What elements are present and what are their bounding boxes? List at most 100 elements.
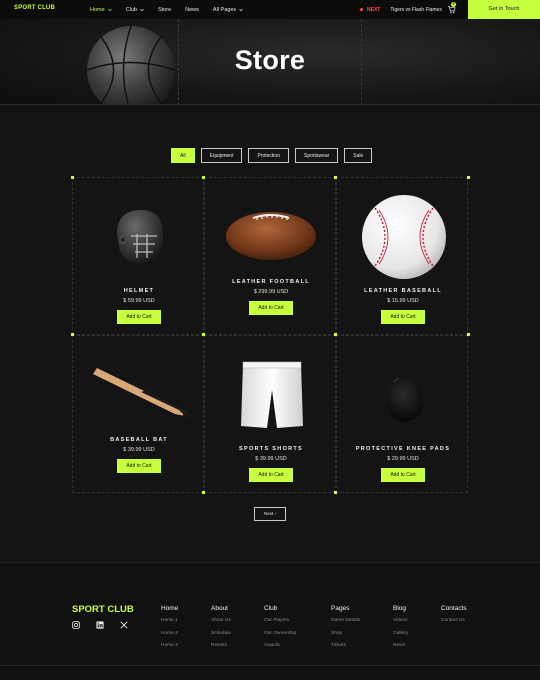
live-dot-icon	[360, 8, 363, 11]
menu-item-label: Store	[157, 6, 172, 13]
footer-link[interactable]: Home 3	[161, 643, 178, 648]
product-card-leather-baseball[interactable]: LEATHER BASEBALL $ 15.99 USD Add to Cart	[336, 177, 468, 335]
next-page-button[interactable]: Next ›	[254, 507, 286, 521]
grid-corner-marker	[467, 176, 470, 179]
x-icon[interactable]	[120, 621, 128, 629]
footer-column-contacts: Contacts Contact Us	[441, 605, 467, 631]
product-name: LEATHER FOOTBALL	[232, 279, 310, 285]
menu-item-club[interactable]: Club	[126, 7, 144, 13]
filter-sportswear-button[interactable]: Sportswear	[294, 148, 339, 163]
product-price: $ 29.99 USD	[387, 456, 419, 462]
add-to-cart-button[interactable]: Add to Cart	[249, 301, 293, 315]
add-to-cart-button[interactable]: Add to Cart	[117, 310, 161, 324]
footer-link[interactable]: Shop	[331, 631, 360, 636]
product-card-leather-football[interactable]: LEATHER FOOTBALL $ 299.99 USD Add to Car…	[204, 177, 336, 335]
product-name: SPORTS SHORTS	[239, 446, 303, 452]
chevron-down-icon	[140, 8, 144, 11]
footer-column-title: Blog	[393, 605, 407, 612]
footer-column-about: About About Us Schedule Results	[211, 605, 231, 656]
product-card-helmet[interactable]: HELMET $ 59.99 USD Add to Cart	[72, 177, 204, 335]
menu-item-label: Home	[90, 6, 105, 13]
add-to-cart-button[interactable]: Add to Cart	[117, 459, 161, 473]
footer-link[interactable]: Contact Us	[441, 618, 467, 623]
footer-column-title: About	[211, 605, 228, 612]
sports-shorts-image	[241, 361, 303, 428]
footer-link[interactable]: Gallery	[393, 631, 408, 636]
product-name: LEATHER BASEBALL	[364, 288, 442, 294]
product-card-protective-knee-pads[interactable]: PROTECTIVE KNEE PADS $ 29.99 USD Add to …	[336, 335, 468, 493]
football-image	[226, 212, 316, 260]
chevron-down-icon	[239, 8, 243, 11]
footer-divider	[0, 665, 540, 666]
footer-link[interactable]: About Us	[211, 618, 231, 623]
product-name: PROTECTIVE KNEE PADS	[355, 446, 451, 452]
get-in-touch-button[interactable]: Get in Touch	[468, 0, 540, 19]
product-card-baseball-bat[interactable]: BASEBALL BAT $ 39.99 USD Add to Cart	[72, 335, 204, 493]
top-nav: SPORT CLUB Home Club Store News All Page…	[0, 0, 540, 19]
product-price: $ 59.99 USD	[123, 298, 155, 304]
menu-item-store[interactable]: Store	[158, 7, 171, 13]
filter-all-button[interactable]: All	[171, 148, 195, 163]
instagram-icon[interactable]	[72, 621, 80, 629]
product-grid: HELMET $ 59.99 USD Add to Cart LEATHER F…	[71, 176, 470, 494]
next-page-label: Next	[263, 511, 274, 516]
product-price: $ 39.99 USD	[255, 456, 287, 462]
footer-link[interactable]: News	[393, 643, 408, 648]
menu-item-all-pages[interactable]: All Pages	[213, 7, 243, 13]
site-footer: SPORT CLUB Home Home 1 Home 2 Home 3 Abo…	[0, 562, 540, 680]
add-to-cart-button[interactable]: Add to Cart	[381, 310, 425, 324]
filter-sale-button[interactable]: Sale	[344, 148, 373, 163]
grid-corner-marker	[202, 333, 205, 336]
grid-corner-marker	[71, 176, 74, 179]
footer-column-pages: Pages Game Details Shop Tickets	[331, 605, 360, 656]
grid-corner-marker	[467, 333, 470, 336]
filter-protection-button[interactable]: Protection	[248, 148, 289, 163]
footer-column-blog: Blog Videos Gallery News	[393, 605, 408, 656]
footer-link[interactable]: Results	[211, 643, 231, 648]
grid-corner-marker	[71, 333, 74, 336]
grid-corner-marker	[202, 176, 205, 179]
footer-link[interactable]: Tickets	[331, 643, 360, 648]
footer-link[interactable]: Awards	[264, 643, 296, 648]
product-card-sports-shorts[interactable]: SPORTS SHORTS $ 39.99 USD Add to Cart	[204, 335, 336, 493]
chevron-right-icon: ›	[274, 511, 277, 516]
footer-link[interactable]: Home 1	[161, 618, 178, 623]
menu-item-news[interactable]: News	[185, 7, 199, 13]
brand-logo[interactable]: SPORT CLUB	[14, 5, 55, 11]
footer-link[interactable]: Our Players	[264, 618, 296, 623]
menu-item-label: Club	[125, 6, 137, 13]
product-price: $ 39.99 USD	[123, 447, 155, 453]
product-name: HELMET	[123, 288, 155, 294]
add-to-cart-button[interactable]: Add to Cart	[249, 468, 293, 482]
footer-column-club: Club Our Players Our Ownership Awards	[264, 605, 296, 656]
next-label: NEXT	[367, 6, 381, 13]
category-filters: All Equipment Protection Sportswear Sale	[171, 148, 373, 163]
add-to-cart-button[interactable]: Add to Cart	[381, 468, 425, 482]
page-hero: Store	[0, 19, 540, 105]
helmet-image	[117, 210, 163, 264]
grid-corner-marker	[334, 333, 337, 336]
baseball-image	[362, 195, 446, 279]
linkedin-icon[interactable]	[96, 621, 104, 629]
footer-column-home: Home Home 1 Home 2 Home 3	[161, 605, 178, 656]
cart-count-badge: 0	[451, 2, 456, 7]
social-links	[72, 621, 128, 629]
next-match-ticker[interactable]: NEXT Tigers vs Flash Flames	[360, 0, 442, 19]
footer-link[interactable]: Game Details	[331, 618, 360, 623]
menu-item-home[interactable]: Home	[90, 7, 112, 13]
footer-link[interactable]: Schedule	[211, 631, 231, 636]
footer-link[interactable]: Our Ownership	[264, 631, 296, 636]
grid-corner-marker	[202, 491, 205, 494]
footer-link[interactable]: Home 2	[161, 631, 178, 636]
grid-corner-marker	[334, 176, 337, 179]
footer-brand-logo[interactable]: SPORT CLUB	[72, 604, 134, 615]
filter-equipment-button[interactable]: Equipment	[200, 148, 243, 163]
next-match-name: Tigers vs Flash Flames	[390, 6, 442, 13]
knee-pads-image	[387, 377, 423, 422]
footer-column-title: Pages	[331, 605, 350, 612]
footer-column-title: Club	[264, 605, 278, 612]
footer-column-title: Contacts	[441, 605, 467, 612]
product-price: $ 299.99 USD	[253, 289, 289, 295]
footer-column-title: Home	[161, 605, 179, 612]
footer-link[interactable]: Videos	[393, 618, 408, 623]
